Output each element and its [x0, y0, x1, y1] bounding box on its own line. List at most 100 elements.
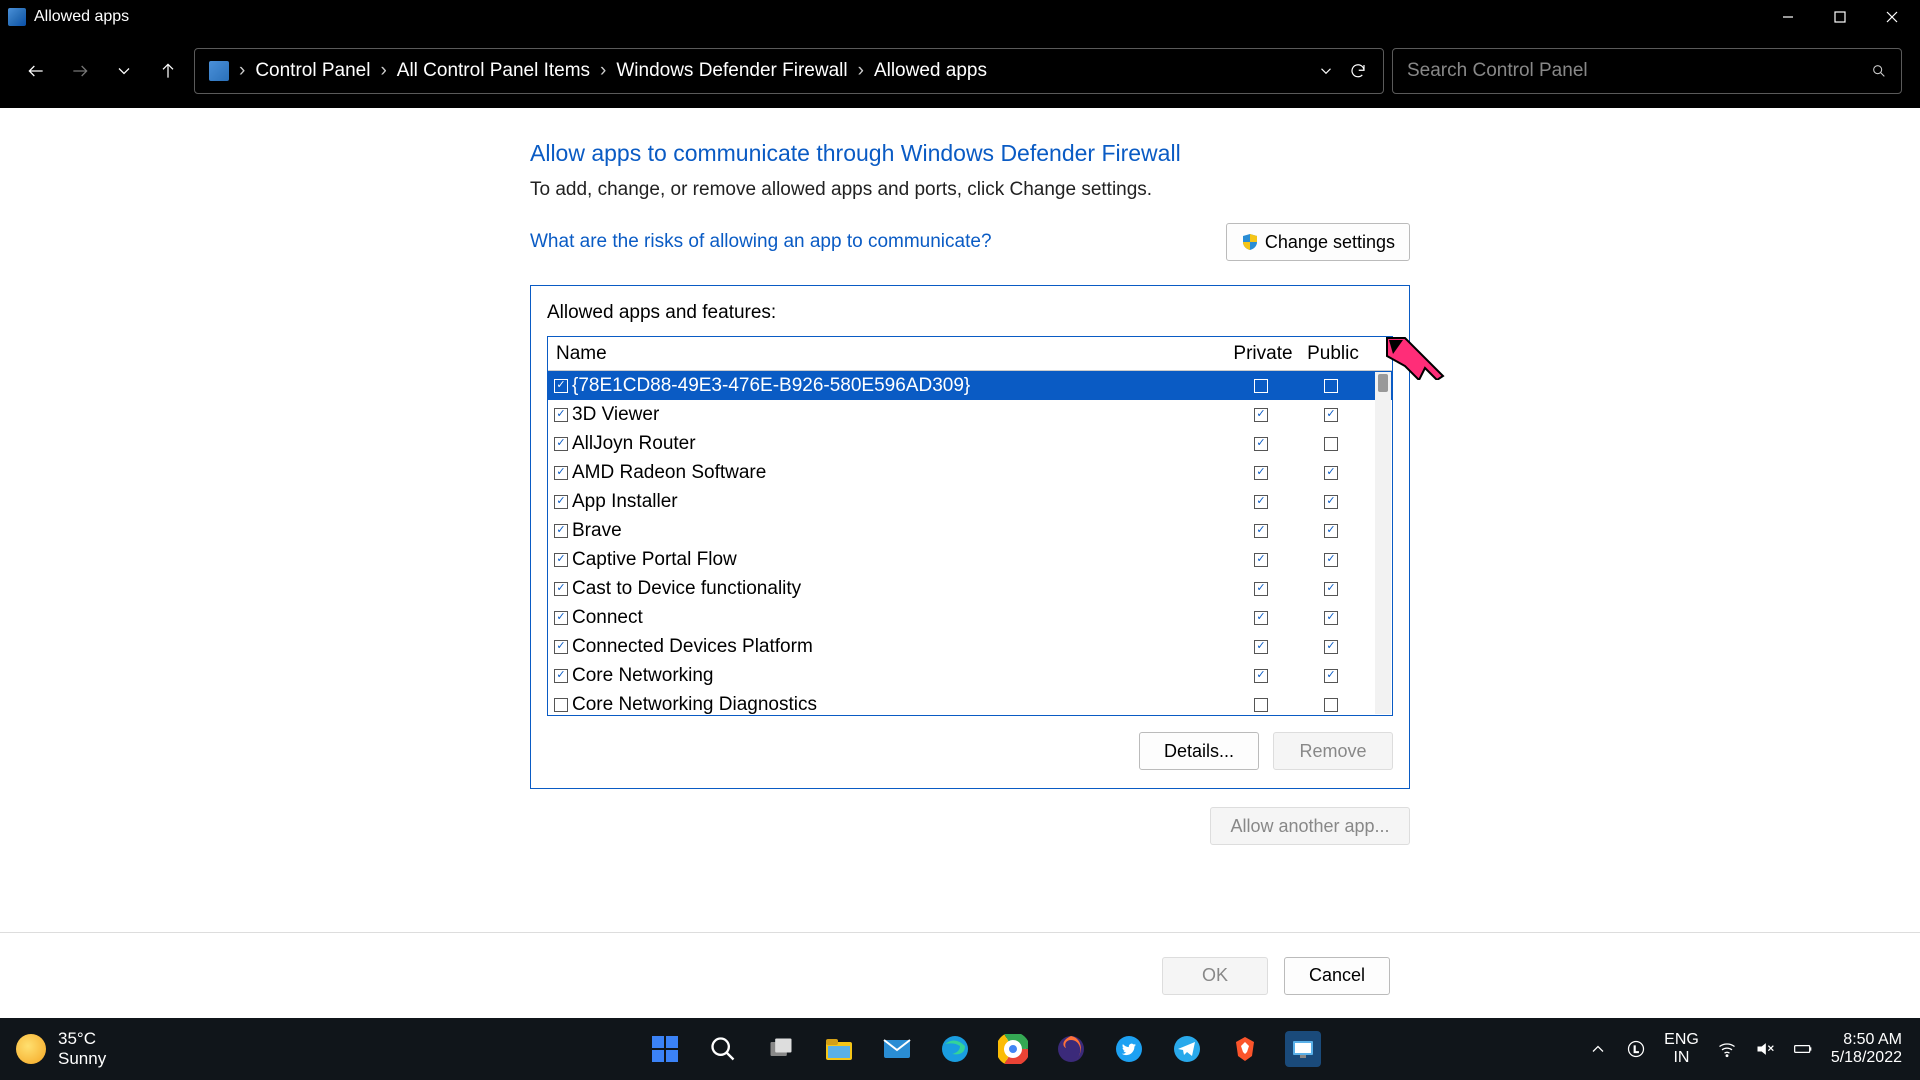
- chrome-icon[interactable]: [995, 1031, 1031, 1067]
- public-checkbox[interactable]: [1324, 640, 1338, 654]
- public-checkbox[interactable]: [1324, 495, 1338, 509]
- cancel-button[interactable]: Cancel: [1284, 957, 1390, 995]
- back-button[interactable]: [18, 53, 54, 89]
- table-row[interactable]: Captive Portal Flow: [548, 545, 1392, 574]
- public-checkbox[interactable]: [1324, 611, 1338, 625]
- clock[interactable]: 8:50 AM 5/18/2022: [1831, 1031, 1902, 1066]
- enabled-checkbox[interactable]: [554, 611, 568, 625]
- language-indicator[interactable]: ENG IN: [1664, 1031, 1699, 1066]
- history-dropdown[interactable]: [106, 53, 142, 89]
- ok-button[interactable]: OK: [1162, 957, 1268, 995]
- refresh-button[interactable]: [1347, 60, 1369, 82]
- table-row[interactable]: {78E1CD88-49E3-476E-B926-580E596AD309}: [548, 371, 1392, 400]
- private-checkbox[interactable]: [1254, 582, 1268, 596]
- brave-icon[interactable]: [1227, 1031, 1263, 1067]
- table-row[interactable]: 3D Viewer: [548, 400, 1392, 429]
- enabled-checkbox[interactable]: [554, 698, 568, 712]
- enabled-checkbox[interactable]: [554, 640, 568, 654]
- breadcrumb-item[interactable]: Windows Defender Firewall: [616, 60, 847, 82]
- twitter-icon[interactable]: [1111, 1031, 1147, 1067]
- address-bar[interactable]: › Control Panel › All Control Panel Item…: [194, 48, 1384, 94]
- edge-icon[interactable]: [937, 1031, 973, 1067]
- tray-overflow-icon[interactable]: [1588, 1039, 1608, 1059]
- app-name: AllJoyn Router: [572, 433, 1228, 455]
- battery-icon[interactable]: [1793, 1039, 1813, 1059]
- control-panel-icon[interactable]: [1285, 1031, 1321, 1067]
- public-checkbox[interactable]: [1324, 379, 1338, 393]
- public-checkbox[interactable]: [1324, 582, 1338, 596]
- public-checkbox[interactable]: [1324, 524, 1338, 538]
- table-row[interactable]: Core Networking Diagnostics: [548, 690, 1392, 715]
- private-checkbox[interactable]: [1254, 408, 1268, 422]
- table-row[interactable]: Connected Devices Platform: [548, 632, 1392, 661]
- public-checkbox[interactable]: [1324, 669, 1338, 683]
- public-checkbox[interactable]: [1324, 698, 1338, 712]
- tray-app-icon[interactable]: L: [1626, 1039, 1646, 1059]
- table-row[interactable]: Brave: [548, 516, 1392, 545]
- private-checkbox[interactable]: [1254, 640, 1268, 654]
- breadcrumb-item[interactable]: All Control Panel Items: [397, 60, 590, 82]
- remove-button[interactable]: Remove: [1273, 732, 1393, 770]
- change-settings-button[interactable]: Change settings: [1226, 223, 1410, 261]
- enabled-checkbox[interactable]: [554, 466, 568, 480]
- breadcrumb-sep-icon: ›: [239, 60, 245, 82]
- private-checkbox[interactable]: [1254, 379, 1268, 393]
- public-checkbox[interactable]: [1324, 437, 1338, 451]
- scrollbar-thumb[interactable]: [1378, 374, 1388, 392]
- private-checkbox[interactable]: [1254, 553, 1268, 567]
- search-input[interactable]: Search Control Panel: [1392, 48, 1902, 94]
- breadcrumb-item[interactable]: Control Panel: [255, 60, 370, 82]
- enabled-checkbox[interactable]: [554, 495, 568, 509]
- table-row[interactable]: Connect: [548, 603, 1392, 632]
- maximize-button[interactable]: [1828, 5, 1852, 29]
- enabled-checkbox[interactable]: [554, 437, 568, 451]
- table-row[interactable]: Cast to Device functionality: [548, 574, 1392, 603]
- column-private[interactable]: Private: [1228, 343, 1298, 365]
- close-button[interactable]: [1880, 5, 1904, 29]
- enabled-checkbox[interactable]: [554, 379, 568, 393]
- details-button[interactable]: Details...: [1139, 732, 1259, 770]
- address-dropdown[interactable]: [1315, 60, 1337, 82]
- forward-button[interactable]: [62, 53, 98, 89]
- start-button[interactable]: [647, 1031, 683, 1067]
- risks-link[interactable]: What are the risks of allowing an app to…: [530, 231, 1226, 253]
- breadcrumb-item[interactable]: Allowed apps: [874, 60, 987, 82]
- table-row[interactable]: App Installer: [548, 487, 1392, 516]
- private-checkbox[interactable]: [1254, 437, 1268, 451]
- enabled-checkbox[interactable]: [554, 553, 568, 567]
- table-row[interactable]: AllJoyn Router: [548, 429, 1392, 458]
- private-checkbox[interactable]: [1254, 524, 1268, 538]
- enabled-checkbox[interactable]: [554, 408, 568, 422]
- private-checkbox[interactable]: [1254, 698, 1268, 712]
- enabled-checkbox[interactable]: [554, 669, 568, 683]
- column-name[interactable]: Name: [554, 343, 1228, 365]
- public-checkbox[interactable]: [1324, 553, 1338, 567]
- public-checkbox[interactable]: [1324, 408, 1338, 422]
- table-row[interactable]: AMD Radeon Software: [548, 458, 1392, 487]
- file-explorer-icon[interactable]: [821, 1031, 857, 1067]
- apps-listbox[interactable]: Name Private Public {78E1CD88-49E3-476E-…: [547, 336, 1393, 716]
- private-checkbox[interactable]: [1254, 466, 1268, 480]
- volume-muted-icon[interactable]: [1755, 1039, 1775, 1059]
- table-row[interactable]: Core Networking: [548, 661, 1392, 690]
- private-checkbox[interactable]: [1254, 611, 1268, 625]
- up-button[interactable]: [150, 53, 186, 89]
- private-checkbox[interactable]: [1254, 495, 1268, 509]
- change-settings-label: Change settings: [1265, 232, 1395, 253]
- firefox-icon[interactable]: [1053, 1031, 1089, 1067]
- enabled-checkbox[interactable]: [554, 524, 568, 538]
- mail-icon[interactable]: [879, 1031, 915, 1067]
- minimize-button[interactable]: [1776, 5, 1800, 29]
- task-view-button[interactable]: [763, 1031, 799, 1067]
- scrollbar[interactable]: [1375, 372, 1391, 714]
- allow-another-app-button[interactable]: Allow another app...: [1210, 807, 1410, 845]
- column-public[interactable]: Public: [1298, 343, 1368, 365]
- weather-widget[interactable]: 35°C Sunny: [0, 1029, 380, 1068]
- app-name: Core Networking Diagnostics: [572, 694, 1228, 716]
- private-checkbox[interactable]: [1254, 669, 1268, 683]
- enabled-checkbox[interactable]: [554, 582, 568, 596]
- search-button[interactable]: [705, 1031, 741, 1067]
- wifi-icon[interactable]: [1717, 1039, 1737, 1059]
- telegram-icon[interactable]: [1169, 1031, 1205, 1067]
- public-checkbox[interactable]: [1324, 466, 1338, 480]
